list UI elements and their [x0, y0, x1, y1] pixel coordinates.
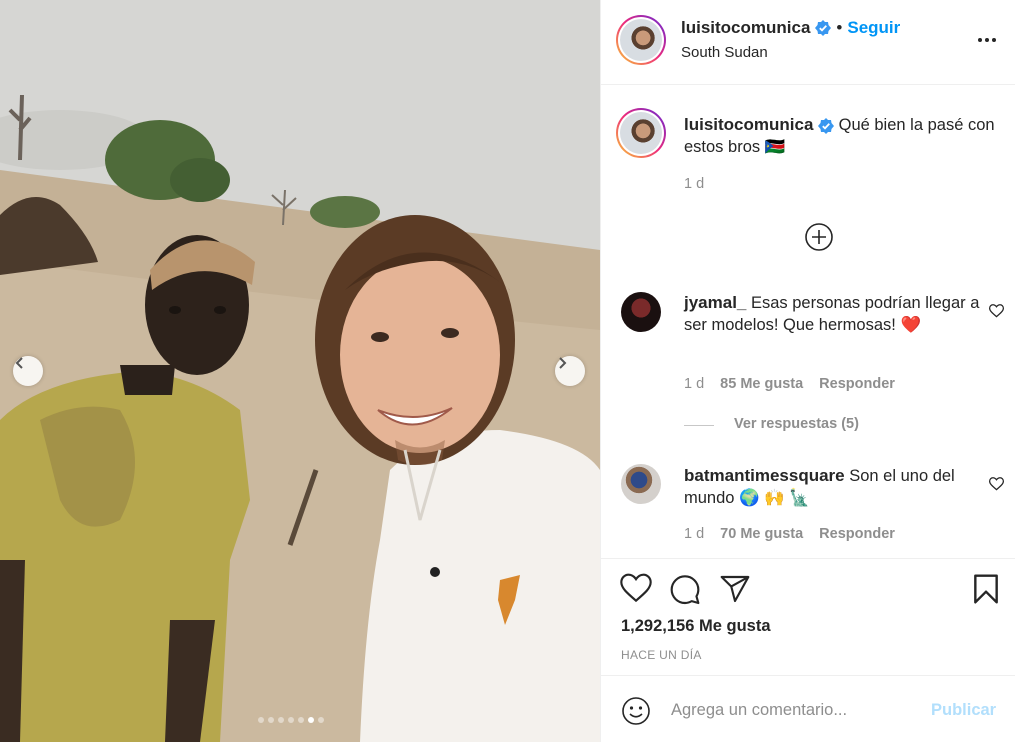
comment-emojis: 🌍 🙌 🗽 [739, 489, 810, 507]
carousel-dot [278, 717, 284, 723]
like-comment-icon[interactable] [989, 304, 1004, 318]
commenter-avatar[interactable] [621, 464, 661, 504]
caption-text: luisitocomunica Qué bien la pasé con est… [684, 114, 1004, 158]
caption-meta: 1 d [684, 176, 704, 192]
next-image-button[interactable] [555, 356, 585, 386]
carousel-dot [258, 717, 264, 723]
post-actions: 1,292,156 Me gusta HACE UN DÍA [601, 558, 1015, 675]
comment-meta: 1 d 85 Me gusta Responder [684, 376, 895, 392]
author-avatar[interactable] [616, 15, 666, 65]
post-details-panel: luisitocomunica • Seguir South Sudan lui… [600, 0, 1015, 742]
share-icon[interactable] [719, 573, 751, 605]
publish-button[interactable]: Publicar [931, 701, 996, 720]
bookmark-icon[interactable] [972, 573, 1000, 605]
post-header: luisitocomunica • Seguir South Sudan [601, 0, 1015, 85]
like-comment-icon[interactable] [989, 477, 1004, 491]
post-location[interactable]: South Sudan [681, 44, 768, 61]
comment-time[interactable]: 1 d [684, 376, 704, 392]
post-timestamp[interactable]: HACE UN DÍA [621, 648, 702, 662]
comment-time[interactable]: 1 d [684, 526, 704, 542]
heart-icon[interactable] [620, 573, 652, 603]
reply-button[interactable]: Responder [819, 376, 895, 392]
separator-dot: • [836, 18, 843, 37]
carousel-dot [318, 717, 324, 723]
comment-icon[interactable] [669, 573, 701, 605]
emoji-picker-icon[interactable] [621, 696, 651, 726]
commenter-username[interactable]: batmantimessquare [684, 466, 845, 485]
photo-scene [0, 0, 600, 742]
carousel-dot [288, 717, 294, 723]
more-options-icon[interactable] [977, 30, 997, 50]
comment-text: jyamal_ Esas personas podrían llegar a s… [684, 292, 1004, 336]
caption-avatar[interactable] [616, 108, 666, 158]
carousel-dot [268, 717, 274, 723]
like-count[interactable]: 1,292,156 Me gusta [621, 617, 771, 636]
verified-badge-icon [818, 117, 835, 134]
post-photo[interactable] [0, 0, 600, 742]
follow-button[interactable]: Seguir [847, 18, 900, 38]
comment-likes[interactable]: 85 Me gusta [720, 376, 803, 392]
carousel-dot [308, 717, 314, 723]
comment-text: batmantimessquare Son el uno del mundo 🌍… [684, 465, 1004, 509]
comment-likes[interactable]: 70 Me gusta [720, 526, 803, 542]
caption-username[interactable]: luisitocomunica [684, 115, 813, 134]
previous-image-button[interactable] [13, 356, 43, 386]
commenter-username[interactable]: jyamal_ [684, 293, 746, 312]
carousel-indicator [258, 717, 324, 723]
comment-input[interactable] [671, 698, 921, 722]
chevron-right-icon [559, 357, 567, 369]
author-username[interactable]: luisitocomunica [681, 18, 810, 38]
verified-badge-icon [815, 20, 832, 36]
commenter-avatar[interactable] [621, 292, 661, 332]
reply-button[interactable]: Responder [819, 526, 895, 542]
comments-section: luisitocomunica Qué bien la pasé con est… [601, 86, 1015, 558]
view-replies-button[interactable]: Ver respuestas (5) [734, 416, 859, 432]
comment-meta: 1 d 70 Me gusta Responder [684, 526, 895, 542]
load-more-comments-icon[interactable] [804, 222, 834, 252]
red-heart-emoji: ❤️ [900, 316, 921, 334]
add-comment-bar: Publicar [601, 675, 1015, 742]
chevron-left-icon [15, 357, 23, 369]
caption-time[interactable]: 1 d [684, 176, 704, 192]
replies-divider [684, 425, 714, 426]
south-sudan-flag-emoji: 🇸🇸 [764, 138, 786, 156]
carousel-dot [298, 717, 304, 723]
